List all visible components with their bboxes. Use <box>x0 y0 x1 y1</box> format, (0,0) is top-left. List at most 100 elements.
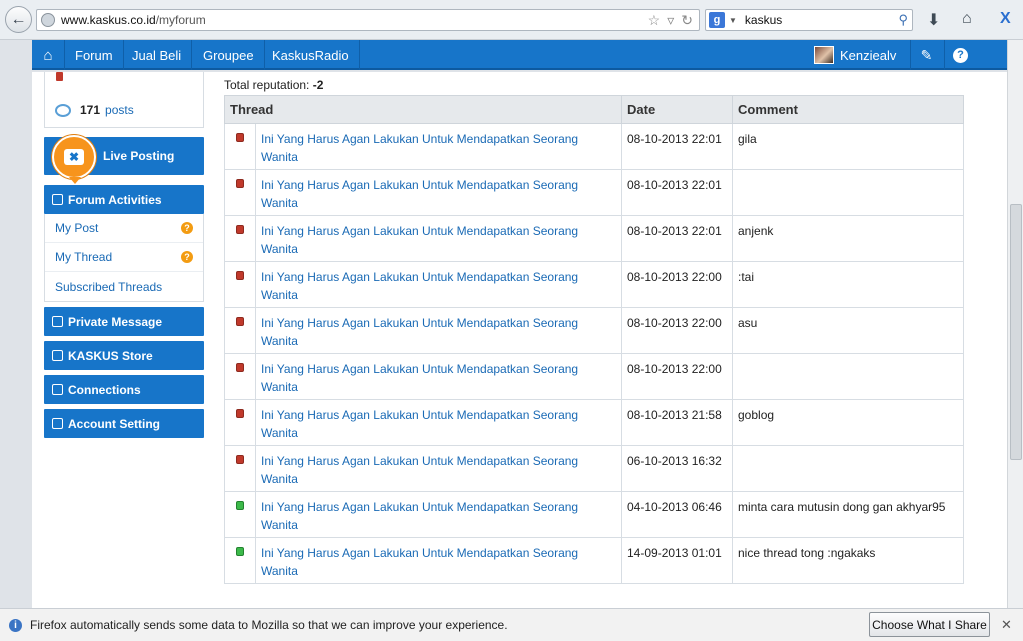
url-bar[interactable]: www.kaskus.co.id/myforum ☆ ▿ ↻ <box>36 9 700 31</box>
date-cell: 06-10-2013 16:32 <box>621 445 733 492</box>
table-row: Ini Yang Harus Agan Lakukan Untuk Mendap… <box>224 353 964 400</box>
table-row: Ini Yang Harus Agan Lakukan Untuk Mendap… <box>224 537 964 584</box>
url-host: www.kaskus.co.id <box>61 13 156 27</box>
status-cell <box>224 491 256 538</box>
page-content: 171 posts ✖ Live Posting Forum Activitie… <box>32 72 1007 608</box>
status-cell <box>224 537 256 584</box>
status-indicator-icon <box>236 317 244 326</box>
date-cell: 14-09-2013 01:01 <box>621 537 733 584</box>
status-indicator-icon <box>236 455 244 464</box>
scrollbar-thumb[interactable] <box>1010 204 1022 460</box>
kaskus-store-label: KASKUS Store <box>68 348 153 363</box>
thread-link[interactable]: Ini Yang Harus Agan Lakukan Untuk Mendap… <box>255 445 622 492</box>
date-cell: 08-10-2013 22:01 <box>621 123 733 170</box>
status-indicator-icon <box>236 225 244 234</box>
date-cell: 08-10-2013 22:00 <box>621 353 733 400</box>
private-message-label: Private Message <box>68 314 163 329</box>
thread-link[interactable]: Ini Yang Harus Agan Lakukan Untuk Mendap… <box>255 215 622 262</box>
cart-icon <box>52 350 63 361</box>
status-cell <box>224 215 256 262</box>
subscribed-threads-link[interactable]: Subscribed Threads <box>45 272 203 301</box>
question-icon[interactable]: ? <box>181 251 193 263</box>
comment-cell <box>732 353 964 400</box>
close-icon[interactable]: ✕ <box>1001 617 1012 633</box>
search-icon[interactable]: ⚲ <box>898 12 908 28</box>
date-cell: 08-10-2013 22:01 <box>621 169 733 216</box>
live-posting-label: Live Posting <box>103 149 175 163</box>
reputation-value: -2 <box>312 78 324 92</box>
url-text: www.kaskus.co.id/myforum <box>61 13 206 27</box>
thread-link[interactable]: Ini Yang Harus Agan Lakukan Untuk Mendap… <box>255 261 622 308</box>
reputation-label: Total reputation: <box>224 78 310 92</box>
nav-groupee[interactable]: Groupee <box>193 40 265 70</box>
date-cell: 08-10-2013 22:01 <box>621 215 733 262</box>
status-indicator-icon <box>236 363 244 372</box>
my-thread-link[interactable]: My Thread ? <box>45 243 203 272</box>
profile-box: 171 posts <box>44 72 204 128</box>
nav-jual-beli[interactable]: Jual Beli <box>122 40 193 70</box>
comment-cell: goblog <box>732 399 964 446</box>
dropdown-arrow-icon[interactable]: ▿ <box>667 12 674 29</box>
my-thread-label: My Thread <box>55 250 113 264</box>
live-posting-button[interactable]: ✖ Live Posting <box>44 135 204 184</box>
back-button[interactable]: ← <box>5 6 32 33</box>
user-menu[interactable]: Kenziealv <box>814 40 896 70</box>
thread-link[interactable]: Ini Yang Harus Agan Lakukan Untuk Mendap… <box>255 307 622 354</box>
thread-link[interactable]: Ini Yang Harus Agan Lakukan Untuk Mendap… <box>255 169 622 216</box>
site-navbar: ⌂ Forum Jual Beli Groupee KaskusRadio Ke… <box>32 40 1007 70</box>
search-bar[interactable]: g ▼ kaskus ⚲ <box>705 9 913 31</box>
choose-what-i-share-button[interactable]: Choose What I Share <box>869 612 990 637</box>
home-icon[interactable]: ⌂ <box>32 40 65 70</box>
search-engine-dropdown-icon[interactable]: ▼ <box>729 16 737 25</box>
search-query[interactable]: kaskus <box>745 13 782 27</box>
status-indicator-icon <box>236 133 244 142</box>
my-post-link[interactable]: My Post ? <box>45 214 203 243</box>
reload-icon[interactable]: ↻ <box>681 12 693 29</box>
status-cell <box>224 169 256 216</box>
private-message-button[interactable]: Private Message <box>44 307 204 336</box>
speech-bubble-icon <box>55 103 71 117</box>
thread-link[interactable]: Ini Yang Harus Agan Lakukan Untuk Mendap… <box>255 123 622 170</box>
nav-kaskusradio[interactable]: KaskusRadio <box>262 40 360 70</box>
wrench-icon <box>52 418 63 429</box>
comment-cell: minta cara mutusin dong gan akhyar95 <box>732 491 964 538</box>
table-row: Ini Yang Harus Agan Lakukan Untuk Mendap… <box>224 491 964 538</box>
home-icon[interactable]: ⌂ <box>962 10 972 28</box>
subscribed-threads-label: Subscribed Threads <box>55 279 163 294</box>
question-icon[interactable]: ? <box>181 222 193 234</box>
thread-link[interactable]: Ini Yang Harus Agan Lakukan Untuk Mendap… <box>255 399 622 446</box>
status-cell <box>224 353 256 400</box>
table-row: Ini Yang Harus Agan Lakukan Untuk Mendap… <box>224 169 964 216</box>
info-icon: i <box>9 618 22 632</box>
google-icon[interactable]: g <box>709 12 725 28</box>
browser-toolbar: ← www.kaskus.co.id/myforum ☆ ▿ ↻ g ▼ kas… <box>0 0 1023 40</box>
thread-link[interactable]: Ini Yang Harus Agan Lakukan Untuk Mendap… <box>255 537 622 584</box>
status-marker <box>56 72 63 81</box>
status-cell <box>224 445 256 492</box>
nav-forum[interactable]: Forum <box>65 40 124 70</box>
post-count-link[interactable]: 171 posts <box>55 103 134 117</box>
thread-link[interactable]: Ini Yang Harus Agan Lakukan Untuk Mendap… <box>255 353 622 400</box>
comment-cell: gila <box>732 123 964 170</box>
help-button[interactable]: ? <box>944 40 976 70</box>
status-indicator-icon <box>236 179 244 188</box>
list-icon <box>52 194 63 205</box>
column-comment: Comment <box>732 95 964 124</box>
kaskus-store-button[interactable]: KASKUS Store <box>44 341 204 370</box>
bookmark-star-icon[interactable]: ☆ <box>648 12 661 29</box>
scrollbar[interactable] <box>1007 40 1023 608</box>
forum-activities-header[interactable]: Forum Activities <box>44 185 204 214</box>
comment-cell: :tai <box>732 261 964 308</box>
date-cell: 04-10-2013 06:46 <box>621 491 733 538</box>
comment-cell <box>732 169 964 216</box>
connections-button[interactable]: Connections <box>44 375 204 404</box>
column-date: Date <box>621 95 733 124</box>
status-indicator-icon <box>236 271 244 280</box>
people-icon <box>52 384 63 395</box>
pencil-icon[interactable]: ✎ <box>910 40 942 70</box>
date-cell: 08-10-2013 21:58 <box>621 399 733 446</box>
thread-link[interactable]: Ini Yang Harus Agan Lakukan Untuk Mendap… <box>255 491 622 538</box>
x-addon-icon[interactable]: X <box>1000 10 1011 28</box>
account-setting-button[interactable]: Account Setting <box>44 409 204 438</box>
download-icon[interactable]: ⬇ <box>927 10 940 30</box>
